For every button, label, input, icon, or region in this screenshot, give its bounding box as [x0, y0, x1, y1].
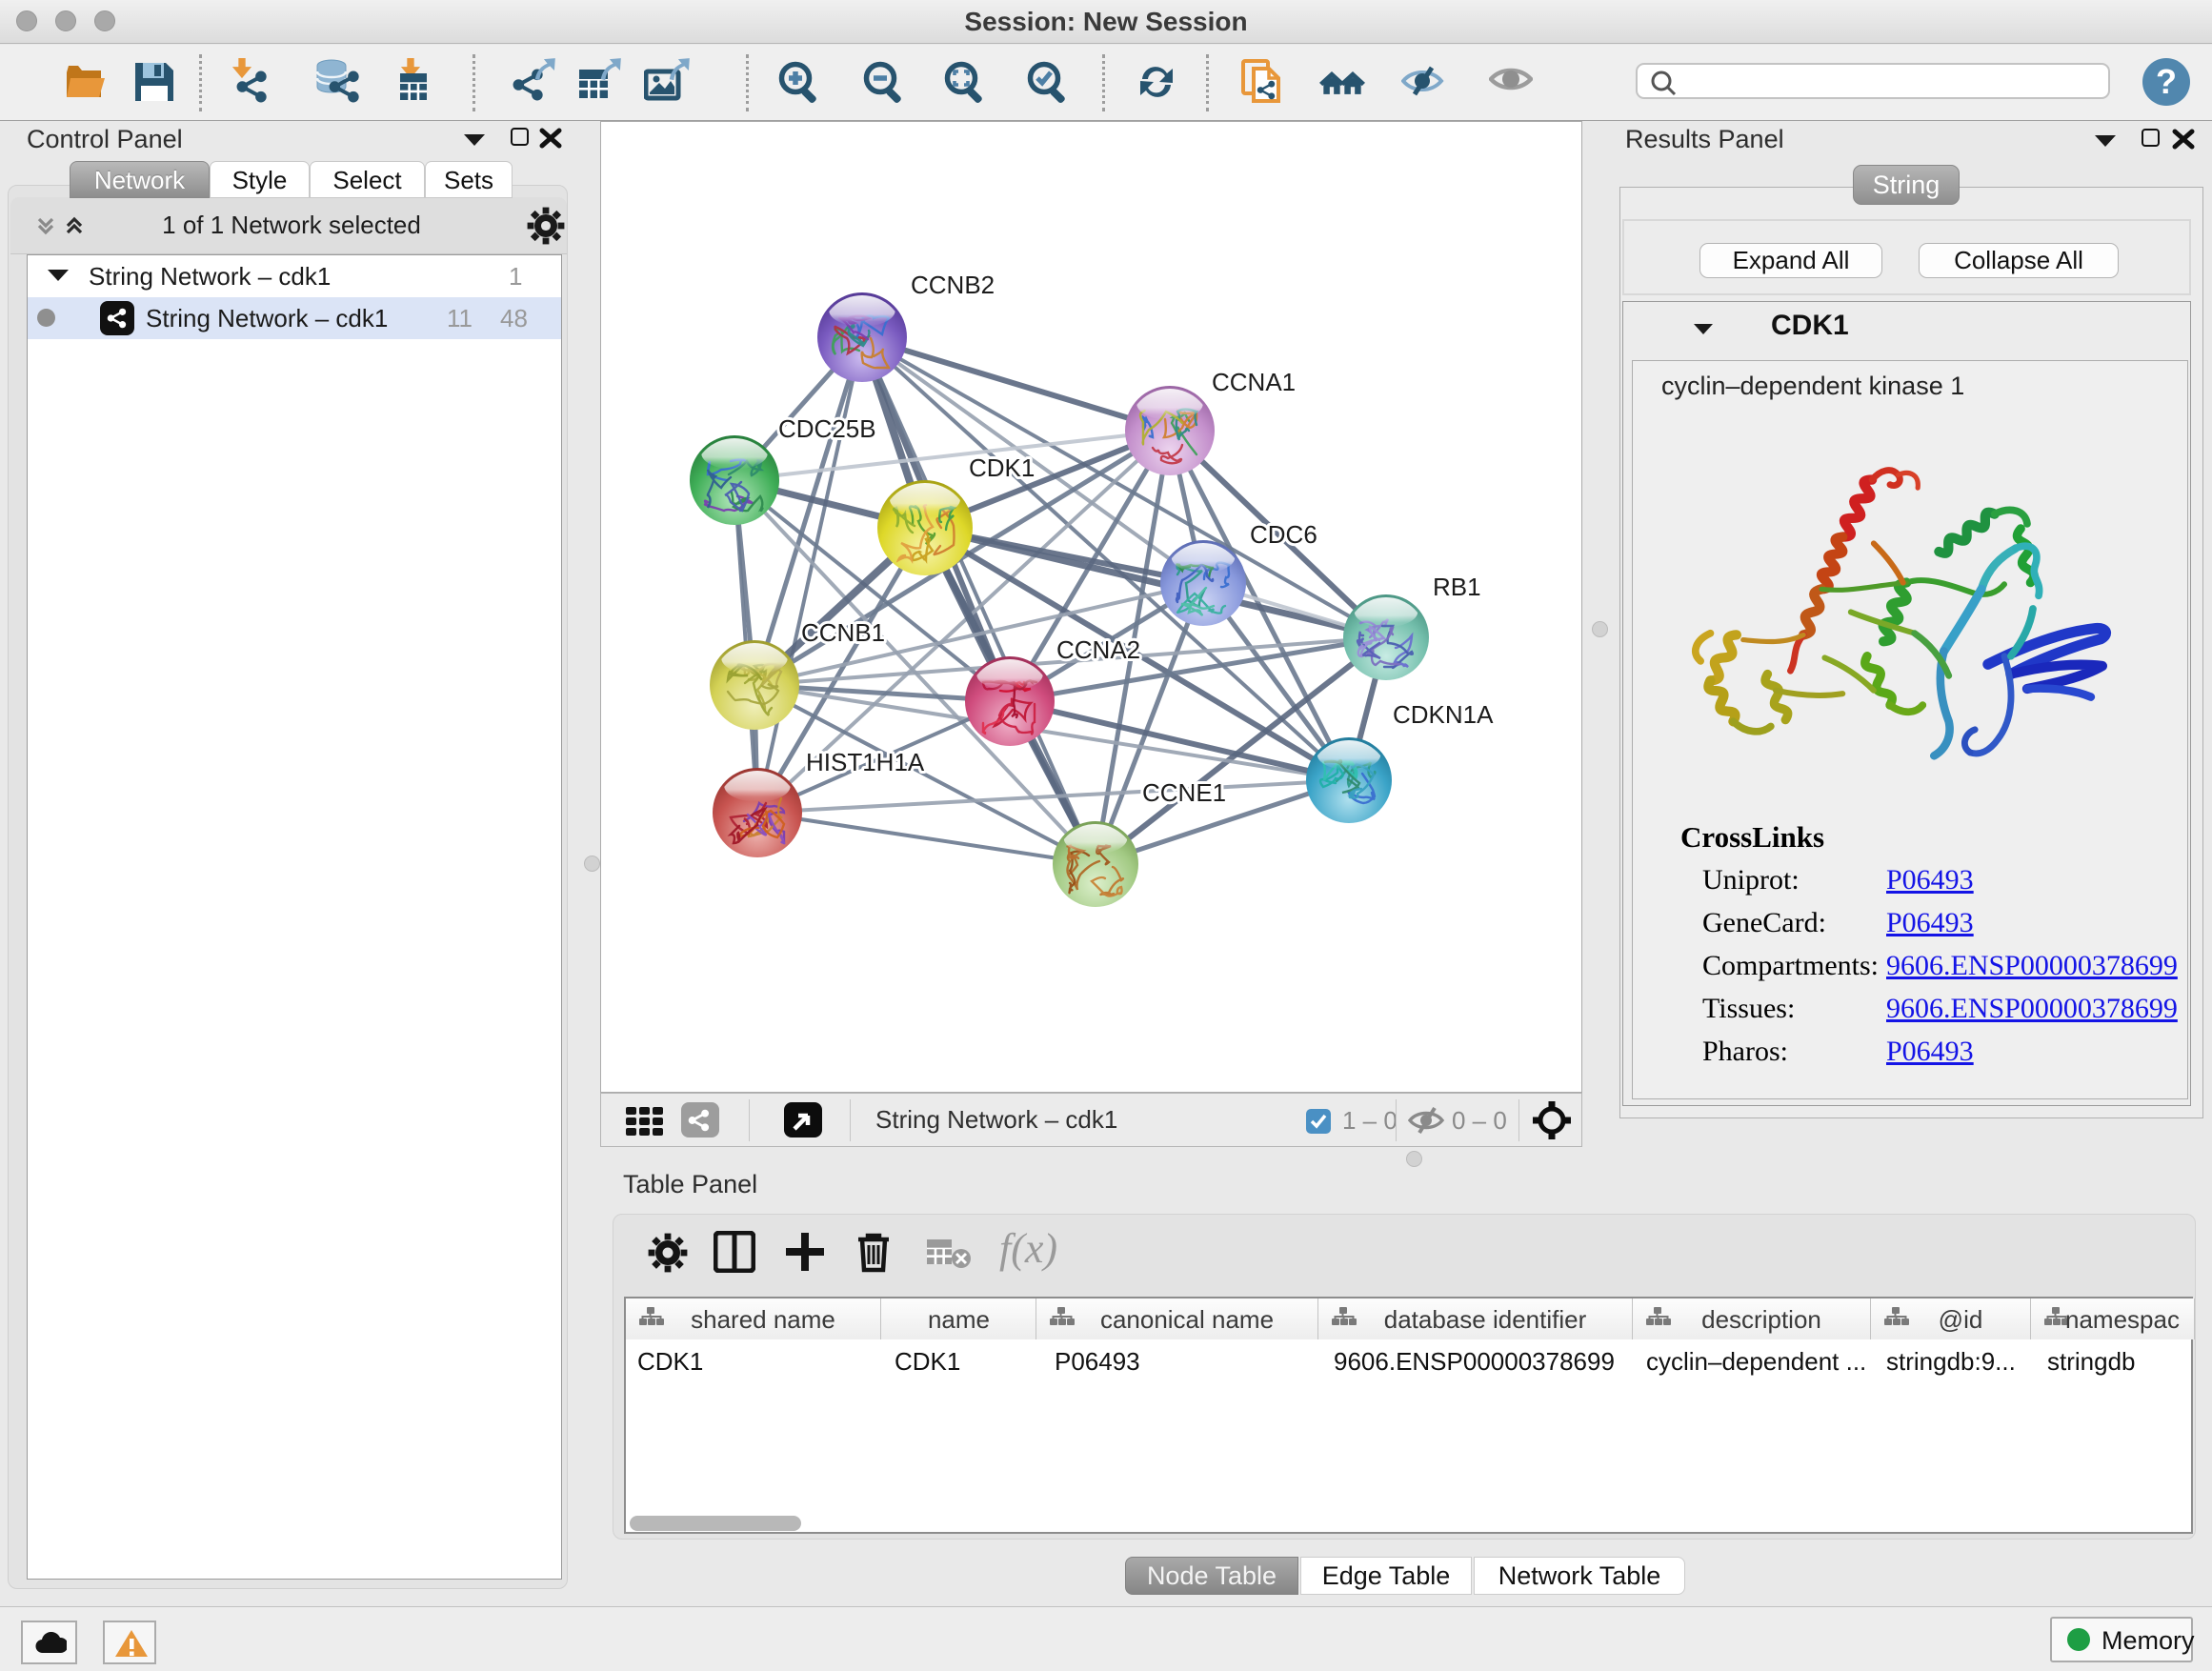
- svg-text:RB1: RB1: [1433, 573, 1481, 601]
- svg-text:CDKN1A: CDKN1A: [1393, 700, 1494, 729]
- svg-text:CCNB1: CCNB1: [801, 618, 885, 647]
- svg-text:HIST1H1A: HIST1H1A: [806, 748, 925, 776]
- svg-text:CCNA1: CCNA1: [1212, 368, 1296, 396]
- svg-text:CDC25B: CDC25B: [778, 414, 876, 443]
- svg-text:CCNA2: CCNA2: [1056, 635, 1140, 664]
- svg-text:?: ?: [2156, 62, 2177, 101]
- svg-text:CDC6: CDC6: [1250, 520, 1317, 549]
- svg-text:CDK1: CDK1: [969, 453, 1035, 482]
- svg-text:CCNB2: CCNB2: [911, 271, 995, 299]
- svg-text:CCNE1: CCNE1: [1142, 778, 1226, 807]
